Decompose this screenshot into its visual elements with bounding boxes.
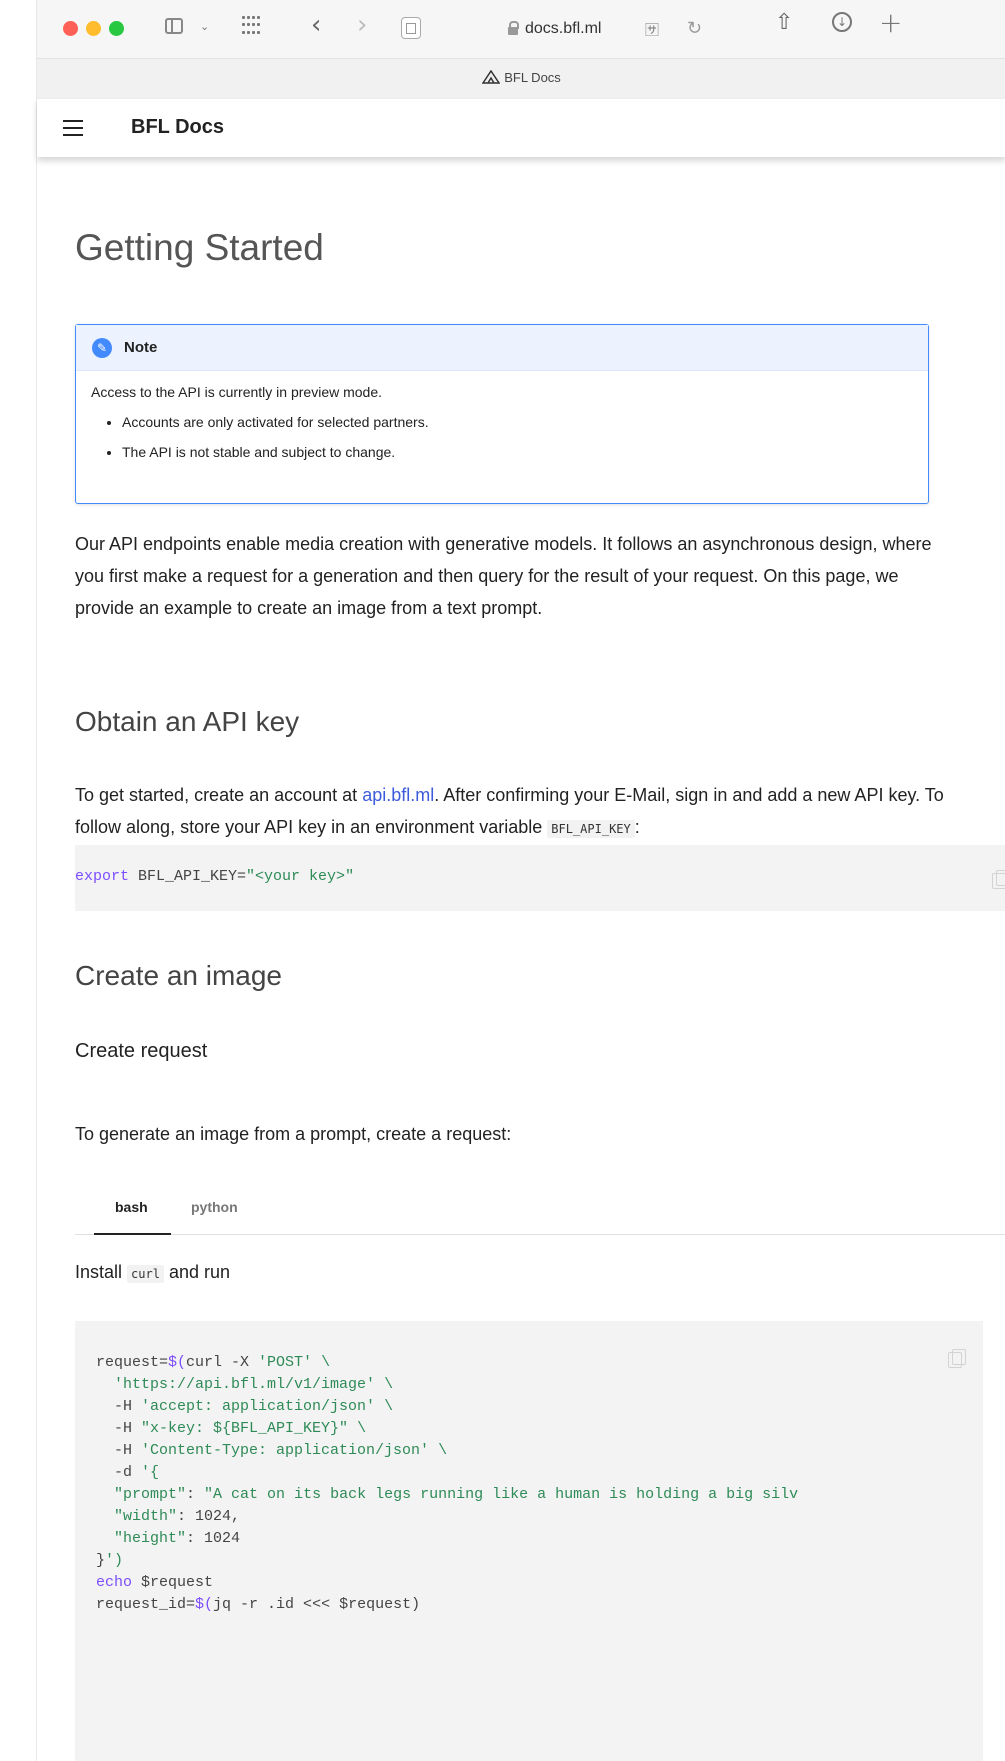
code-tabs: bash python: [75, 1188, 1005, 1235]
minimize-window-button[interactable]: [86, 21, 101, 36]
chevron-down-icon[interactable]: ⌄: [200, 20, 209, 33]
active-tab-indicator: [94, 1233, 171, 1235]
share-icon[interactable]: ⇧: [775, 10, 793, 35]
code-line: "prompt": "A cat on its back legs runnin…: [114, 1486, 799, 1503]
url-text[interactable]: docs.bfl.ml: [525, 20, 601, 38]
install-text-before: Install: [75, 1262, 128, 1282]
code-line: request_id=$(jq -r .id <<< $request): [96, 1596, 421, 1613]
code-line: 'https://api.bfl.ml/v1/image' \: [114, 1376, 394, 1393]
close-window-button[interactable]: [63, 21, 78, 36]
download-icon[interactable]: ↓: [832, 12, 852, 32]
code-line: request=$(curl -X 'POST' \: [96, 1354, 331, 1371]
left-background: [0, 0, 36, 1761]
code-var: BFL_API_KEY=: [129, 868, 247, 885]
api-key-text: To get started, create an account at: [75, 785, 363, 805]
tab-grid-icon[interactable]: [242, 16, 262, 36]
export-code-block: export BFL_API_KEY="<your key>": [75, 845, 1005, 911]
code-keyword: export: [75, 868, 130, 885]
note-header: ✎ Note: [76, 325, 928, 371]
api-key-paragraph: To get started, create an account at api…: [75, 779, 950, 845]
install-text-after: and run: [163, 1262, 230, 1282]
request-code-block: request=$(curl -X 'POST' \ 'https://api.…: [75, 1321, 983, 1761]
browser-toolbar: ⌄ ‹ › docs.bfl.ml 🈂 ↻ ⇧ ↓ +: [37, 0, 1005, 58]
translate-icon[interactable]: 🈂: [645, 20, 659, 40]
code-line: -H 'Content-Type: application/json' \: [96, 1442, 448, 1459]
heading-create-request: Create request: [75, 1040, 208, 1062]
code-line: -d '{: [96, 1464, 160, 1481]
address-bar[interactable]: docs.bfl.ml 🈂 ↻: [397, 12, 747, 46]
note-list: Accounts are only activated for selected…: [91, 414, 928, 460]
create-request-text: To generate an image from a prompt, crea…: [75, 1124, 512, 1144]
site-header: BFL Docs: [37, 99, 1005, 157]
forward-icon[interactable]: ›: [357, 10, 367, 40]
note-text: Access to the API is currently in previe…: [91, 384, 383, 400]
code-line: -H "x-key: ${BFL_API_KEY}" \: [96, 1420, 367, 1437]
inline-code-env-var: BFL_API_KEY: [547, 820, 635, 838]
bfl-logo-icon: [482, 70, 501, 84]
tab-python[interactable]: python: [191, 1199, 238, 1215]
code-line: "height": 1024: [114, 1530, 241, 1547]
copy-icon[interactable]: [948, 1349, 966, 1368]
reload-icon[interactable]: ↻: [687, 18, 702, 39]
export-code: export BFL_API_KEY="<your key>": [75, 866, 354, 888]
active-tab[interactable]: BFL Docs: [37, 70, 1005, 85]
new-tab-icon[interactable]: +: [879, 6, 902, 39]
page-icon[interactable]: [401, 17, 421, 39]
tab-title: BFL Docs: [504, 70, 561, 85]
heading-create-image: Create an image: [75, 960, 283, 991]
page-title: Getting Started: [75, 227, 324, 268]
hamburger-menu-icon[interactable]: [63, 120, 83, 136]
code-line: -H 'accept: application/json' \: [96, 1398, 394, 1415]
heading-obtain-api-key: Obtain an API key: [75, 706, 300, 737]
inline-code-curl: curl: [127, 1265, 164, 1283]
copy-icon[interactable]: [992, 870, 1005, 889]
sidebar-icon[interactable]: [165, 18, 183, 34]
info-icon: ✎: [92, 338, 112, 358]
note-admonition: ✎ Note Access to the API is currently in…: [75, 324, 929, 504]
intro-paragraph: Our API endpoints enable media creation …: [75, 534, 932, 618]
note-bullet: Accounts are only activated for selected…: [122, 414, 928, 430]
note-bullet: The API is not stable and subject to cha…: [122, 444, 928, 460]
lock-icon: [508, 21, 519, 35]
code-line: }'): [96, 1552, 124, 1569]
api-link[interactable]: api.bfl.ml: [362, 785, 434, 805]
tab-bash[interactable]: bash: [115, 1199, 148, 1215]
code-line: echo $request: [96, 1574, 214, 1591]
code-string: "<your key>": [246, 868, 355, 885]
back-icon[interactable]: ‹: [311, 10, 321, 40]
browser-window: ⌄ ‹ › docs.bfl.ml 🈂 ↻ ⇧ ↓ + BFL Docs BFL…: [36, 0, 1005, 1761]
api-key-text-end: :: [634, 817, 640, 837]
site-title[interactable]: BFL Docs: [131, 116, 224, 139]
install-text: Install curl and run: [75, 1256, 230, 1290]
note-title: Note: [124, 339, 158, 356]
note-body: Access to the API is currently in previe…: [76, 371, 928, 460]
zoom-window-button[interactable]: [109, 21, 124, 36]
code-line: "width": 1024,: [114, 1508, 241, 1525]
tab-bar: BFL Docs: [37, 58, 1005, 100]
request-code: request=$(curl -X 'POST' \ 'https://api.…: [96, 1352, 798, 1616]
